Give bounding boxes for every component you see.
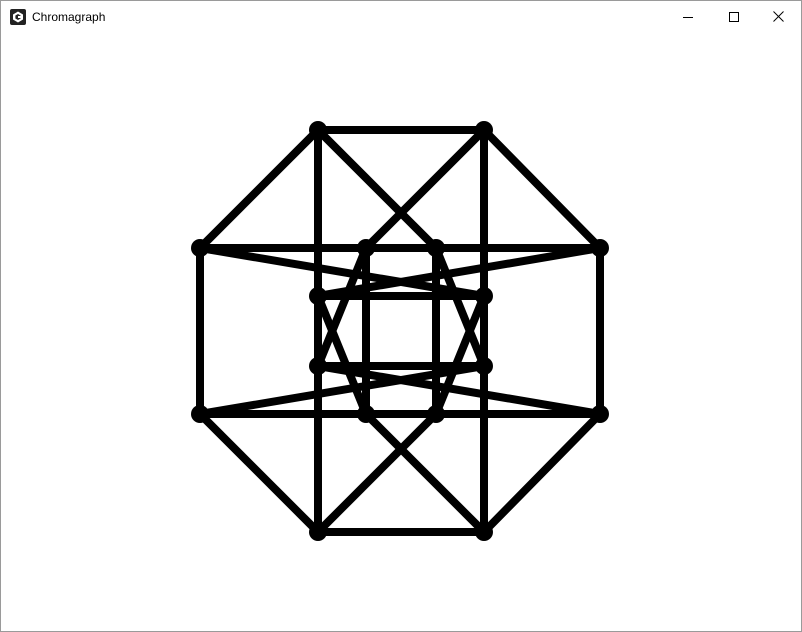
graph-edge — [196, 410, 322, 536]
close-button[interactable] — [755, 1, 801, 32]
title-bar[interactable]: Chromagraph — [1, 1, 801, 32]
graph-vertex[interactable] — [191, 405, 209, 423]
graph-edge — [196, 126, 322, 252]
minimize-icon — [683, 16, 693, 18]
graph-vertex[interactable] — [309, 357, 327, 375]
window-title: Chromagraph — [32, 10, 106, 24]
graph-vertex[interactable] — [591, 239, 609, 257]
graph-edge — [314, 126, 440, 252]
close-icon — [772, 11, 784, 22]
chromagraph-app-icon — [10, 9, 26, 25]
minimize-button[interactable] — [665, 1, 711, 32]
graph-edge — [480, 126, 604, 252]
graph-vertex[interactable] — [357, 239, 375, 257]
graph-vertex[interactable] — [475, 523, 493, 541]
graph-canvas[interactable] — [1, 32, 801, 631]
graph-edge — [480, 410, 604, 536]
graph-vertex[interactable] — [427, 405, 445, 423]
graph-edges — [196, 126, 604, 536]
graph-vertex[interactable] — [309, 523, 327, 541]
graph-edge — [314, 410, 440, 536]
graph-vertex[interactable] — [427, 239, 445, 257]
app-window: Chromagraph — [0, 0, 802, 632]
graph-vertices[interactable] — [191, 121, 609, 541]
graph-vertex[interactable] — [475, 357, 493, 375]
graph-vertex[interactable] — [591, 405, 609, 423]
graph-vertex[interactable] — [309, 287, 327, 305]
graph-edge — [362, 126, 488, 252]
graph-vertex[interactable] — [475, 287, 493, 305]
graph-drawing[interactable] — [1, 32, 801, 631]
graph-edge — [362, 410, 488, 536]
graph-vertex[interactable] — [309, 121, 327, 139]
graph-vertex[interactable] — [357, 405, 375, 423]
graph-vertex[interactable] — [191, 239, 209, 257]
maximize-icon — [729, 11, 739, 22]
graph-vertex[interactable] — [475, 121, 493, 139]
maximize-button[interactable] — [711, 1, 757, 32]
